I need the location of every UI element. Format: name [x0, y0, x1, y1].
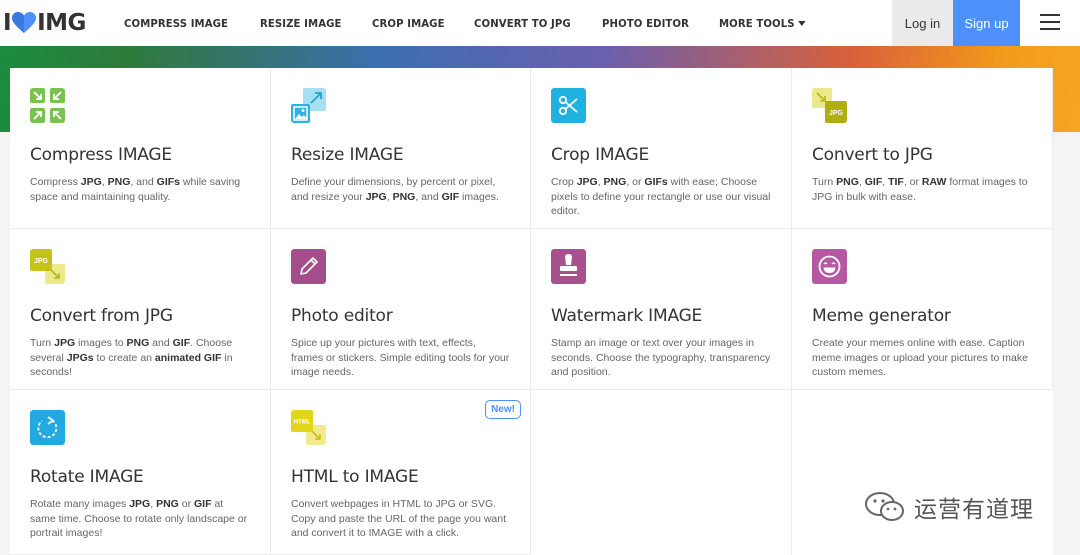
tool-card-photo-editor[interactable]: Photo editor Spice up your pictures with…: [271, 229, 531, 390]
wechat-icon: [865, 492, 904, 521]
tool-title: Compress IMAGE: [30, 145, 172, 165]
tool-card-compress[interactable]: Compress IMAGE Compress JPG, PNG, and GI…: [10, 68, 271, 229]
wechat-watermark: 运营有道理: [864, 490, 1034, 524]
convert-from-jpg-icon: JPG: [30, 249, 65, 284]
format-keyword: JPG: [129, 498, 151, 510]
tool-description: Convert webpages in HTML to JPG or SVG. …: [291, 498, 507, 540]
tool-title: Convert from JPG: [30, 306, 173, 326]
format-keyword: GIF: [194, 498, 212, 510]
jpg-label: JPG: [829, 110, 844, 117]
resize-icon: [291, 88, 326, 123]
format-keyword: JPGs: [66, 351, 94, 364]
tool-description: Rotate many images JPG, PNG or GIF at sa…: [30, 498, 248, 540]
nav-photo-editor[interactable]: PHOTO EDITOR: [602, 17, 689, 30]
signup-button[interactable]: Sign up: [953, 0, 1020, 46]
tool-title: Meme generator: [812, 306, 951, 326]
jpg-label: JPG: [34, 258, 49, 265]
main-nav: COMPRESS IMAGE RESIZE IMAGE CROP IMAGE C…: [124, 0, 837, 46]
top-header: I IMG COMPRESS IMAGE RESIZE IMAGE CROP I…: [0, 0, 1080, 46]
nav-more-tools-dropdown[interactable]: MORE TOOLS: [719, 17, 806, 30]
format-keyword: PNG: [392, 190, 416, 203]
tool-card-meme-generator[interactable]: Meme generator Create your memes online …: [792, 229, 1053, 390]
format-keyword: PNG: [107, 176, 131, 188]
tool-description: Spice up your pictures with text, effect…: [291, 337, 510, 379]
format-keyword: GIF: [172, 337, 191, 349]
tool-card-resize[interactable]: Resize IMAGE Define your dimensions, by …: [271, 68, 531, 229]
tool-title: Watermark IMAGE: [551, 306, 703, 326]
empty-cell: [792, 390, 1053, 555]
tool-title: Rotate IMAGE: [30, 467, 144, 487]
pencil-icon: [291, 249, 326, 284]
tool-card-rotate[interactable]: Rotate IMAGE Rotate many images JPG, PNG…: [10, 390, 271, 555]
compress-icon: [30, 88, 65, 123]
watermark-text: 运营有道理: [914, 497, 1034, 523]
tool-title: Crop IMAGE: [551, 145, 650, 165]
nav-resize-image[interactable]: RESIZE IMAGE: [260, 17, 342, 30]
format-keyword: animated GIF: [154, 351, 222, 364]
html-to-image-icon: HTML: [291, 410, 326, 445]
tool-description: Turn PNG, GIF, TIF, or RAW format images…: [812, 176, 1028, 203]
format-keyword: PNG: [156, 498, 179, 510]
tool-description: Define your dimensions, by percent or pi…: [291, 176, 499, 203]
format-keyword: JPG: [80, 176, 102, 188]
tool-description: Turn JPG images to PNG and GIF. Choose s…: [30, 337, 233, 379]
logo-letter-i: I: [3, 10, 12, 36]
format-keyword: JPG: [576, 176, 598, 188]
format-keyword: JPG: [365, 190, 387, 203]
tool-description: Create your memes online with ease. Capt…: [812, 337, 1028, 379]
html-label: HTML: [294, 420, 311, 426]
format-keyword: GIF: [441, 190, 460, 203]
empty-cell: [531, 390, 792, 555]
tool-title: Resize IMAGE: [291, 145, 404, 165]
tool-title: Photo editor: [291, 306, 393, 326]
ilovimg-logo[interactable]: I IMG: [3, 0, 86, 46]
convert-to-jpg-icon: JPG: [812, 88, 847, 123]
tool-card-html-to-image[interactable]: New! HTML HTML to IMAGE Convert webpages…: [271, 390, 531, 555]
tool-title: HTML to IMAGE: [291, 467, 419, 487]
new-badge: New!: [485, 400, 521, 419]
logo-text-img: IMG: [37, 10, 86, 36]
format-keyword: PNG: [603, 176, 627, 188]
stamp-icon: [551, 249, 586, 284]
tool-card-convert-from-jpg[interactable]: JPG Convert from JPG Turn JPG images to …: [10, 229, 271, 390]
tool-card-crop[interactable]: Crop IMAGE Crop JPG, PNG, or GIFs with e…: [531, 68, 792, 229]
format-keyword: JPG: [54, 337, 76, 349]
hamburger-menu-icon[interactable]: [1040, 14, 1060, 30]
format-keyword: TIF: [888, 176, 904, 188]
nav-crop-image[interactable]: CROP IMAGE: [372, 17, 445, 30]
format-keyword: PNG: [836, 176, 859, 188]
format-keyword: RAW: [921, 176, 947, 188]
tool-description: Stamp an image or text over your images …: [551, 337, 771, 379]
rotate-icon: [30, 410, 65, 445]
nav-convert-to-jpg[interactable]: CONVERT TO JPG: [474, 17, 571, 30]
laughing-face-icon: [812, 249, 847, 284]
format-keyword: PNG: [126, 337, 150, 349]
crop-scissors-icon: [551, 88, 586, 123]
tools-grid: Compress IMAGE Compress JPG, PNG, and GI…: [10, 68, 1053, 555]
format-keyword: GIFs: [644, 176, 668, 188]
format-keyword: GIF: [864, 176, 883, 188]
nav-compress-image[interactable]: COMPRESS IMAGE: [124, 17, 228, 30]
login-button[interactable]: Log in: [892, 0, 953, 46]
tool-description: Compress JPG, PNG, and GIFs while saving…: [30, 176, 241, 203]
heart-icon: [12, 12, 37, 33]
tool-card-watermark[interactable]: Watermark IMAGE Stamp an image or text o…: [531, 229, 792, 390]
tool-description: Crop JPG, PNG, or GIFs with ease; Choose…: [551, 176, 771, 218]
tool-card-convert-to-jpg[interactable]: JPG Convert to JPG Turn PNG, GIF, TIF, o…: [792, 68, 1053, 229]
tool-title: Convert to JPG: [812, 145, 933, 165]
format-keyword: GIFs: [156, 176, 181, 188]
